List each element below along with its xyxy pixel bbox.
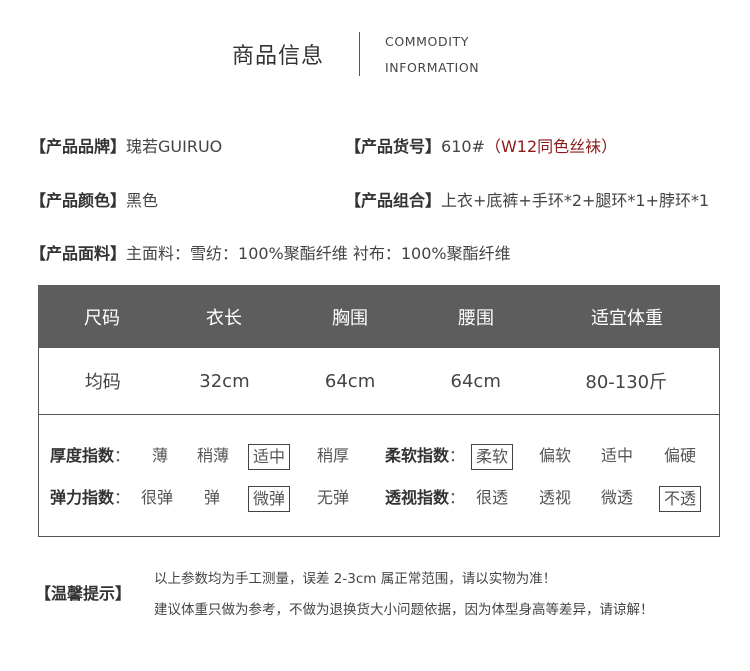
color-value: 黑色 xyxy=(126,191,159,210)
title-divider xyxy=(359,32,360,76)
table-cell: 80-130斤 xyxy=(585,372,668,393)
tips-line-1: 以上参数均为手工测量，误差 2-3cm 属正常范围，请以实物为准！ xyxy=(154,571,557,587)
size-table-header: 尺码 衣长 胸围 腰围 适宜体重 xyxy=(38,285,720,348)
table-cell: 均码 xyxy=(84,372,121,393)
softness-option: 适中 xyxy=(601,446,634,465)
size-table: 尺码 衣长 胸围 腰围 适宜体重 均码 32cm 64cm 64cm 80-13… xyxy=(38,285,720,414)
softness-option: 偏硬 xyxy=(664,446,697,465)
brand-label: 【产品品牌】 xyxy=(30,137,127,156)
elasticity-option: 弹 xyxy=(204,488,221,507)
softness-option: 偏软 xyxy=(539,446,572,465)
table-cell: 64cm xyxy=(324,370,376,392)
combo-info: 【产品组合】上衣+底裤+手环*2+腿环*1+脖环*1 xyxy=(345,187,709,211)
transparency-option-selected: 不透 xyxy=(659,486,702,512)
index-row-2: 弹力指数： 很弹 弹 微弹 无弹 透视指数： 很透 透视 微透 不透 xyxy=(39,486,719,512)
section-title-en-1: COMMODITY xyxy=(385,34,469,49)
softness-option-selected: 柔软 xyxy=(471,444,514,470)
thickness-option-selected: 适中 xyxy=(248,444,291,470)
transparency-index-label: 透视指数： xyxy=(385,488,466,507)
fabric-info: 【产品面料】主面料：雪纺：100%聚酯纤维 衬布：100%聚酯纤维 xyxy=(30,240,511,264)
thickness-index-label: 厚度指数： xyxy=(50,446,131,465)
sku-note: （W12同色丝袜） xyxy=(484,137,618,156)
color-label: 【产品颜色】 xyxy=(30,191,127,210)
header-cell: 衣长 xyxy=(206,307,242,329)
thickness-option: 稍薄 xyxy=(197,446,230,465)
color-info: 【产品颜色】黑色 xyxy=(30,187,158,211)
transparency-option: 很透 xyxy=(476,488,509,507)
section-title-en-2: INFORMATION xyxy=(385,60,480,75)
tips-label: 【温馨提示】 xyxy=(35,584,132,603)
table-cell: 64cm xyxy=(450,370,501,392)
sku-value: 610# xyxy=(441,137,485,156)
fabric-value: 主面料：雪纺：100%聚酯纤维 衬布：100%聚酯纤维 xyxy=(126,244,511,263)
sku-label: 【产品货号】 xyxy=(345,137,442,156)
fabric-index-panel: 厚度指数： 薄 稍薄 适中 稍厚 柔软指数： 柔软 偏软 适中 偏硬 弹力指数：… xyxy=(38,414,720,537)
fabric-label: 【产品面料】 xyxy=(30,244,127,263)
elasticity-option: 很弹 xyxy=(141,488,174,507)
header-cell: 尺码 xyxy=(84,307,120,329)
elasticity-index-label: 弹力指数： xyxy=(50,488,131,507)
header-cell: 胸围 xyxy=(332,307,368,329)
transparency-option: 透视 xyxy=(539,488,572,507)
elasticity-option: 无弹 xyxy=(317,488,350,507)
brand-info: 【产品品牌】瑰若GUIRUO xyxy=(30,133,222,157)
tips-line-2: 建议体重只做为参考，不做为退换货大小问题依据，因为体型身高等差异，请谅解！ xyxy=(154,602,654,618)
brand-value: 瑰若GUIRUO xyxy=(126,137,223,156)
table-cell: 32cm xyxy=(199,370,250,392)
transparency-option: 微透 xyxy=(601,488,634,507)
thickness-option: 稍厚 xyxy=(317,446,350,465)
table-row: 均码 32cm 64cm 64cm 80-130斤 xyxy=(38,348,720,414)
combo-label: 【产品组合】 xyxy=(345,191,442,210)
index-row-1: 厚度指数： 薄 稍薄 适中 稍厚 柔软指数： 柔软 偏软 适中 偏硬 xyxy=(39,444,719,470)
combo-value: 上衣+底裤+手环*2+腿环*1+脖环*1 xyxy=(441,191,710,210)
softness-index-label: 柔软指数： xyxy=(385,446,466,465)
elasticity-option-selected: 微弹 xyxy=(248,486,291,512)
section-title: 商品信息 xyxy=(232,44,325,69)
header-cell: 适宜体重 xyxy=(591,307,663,329)
header-cell: 腰围 xyxy=(458,307,494,329)
sku-info: 【产品货号】610#（W12同色丝袜） xyxy=(345,133,617,157)
thickness-option: 薄 xyxy=(152,446,169,465)
